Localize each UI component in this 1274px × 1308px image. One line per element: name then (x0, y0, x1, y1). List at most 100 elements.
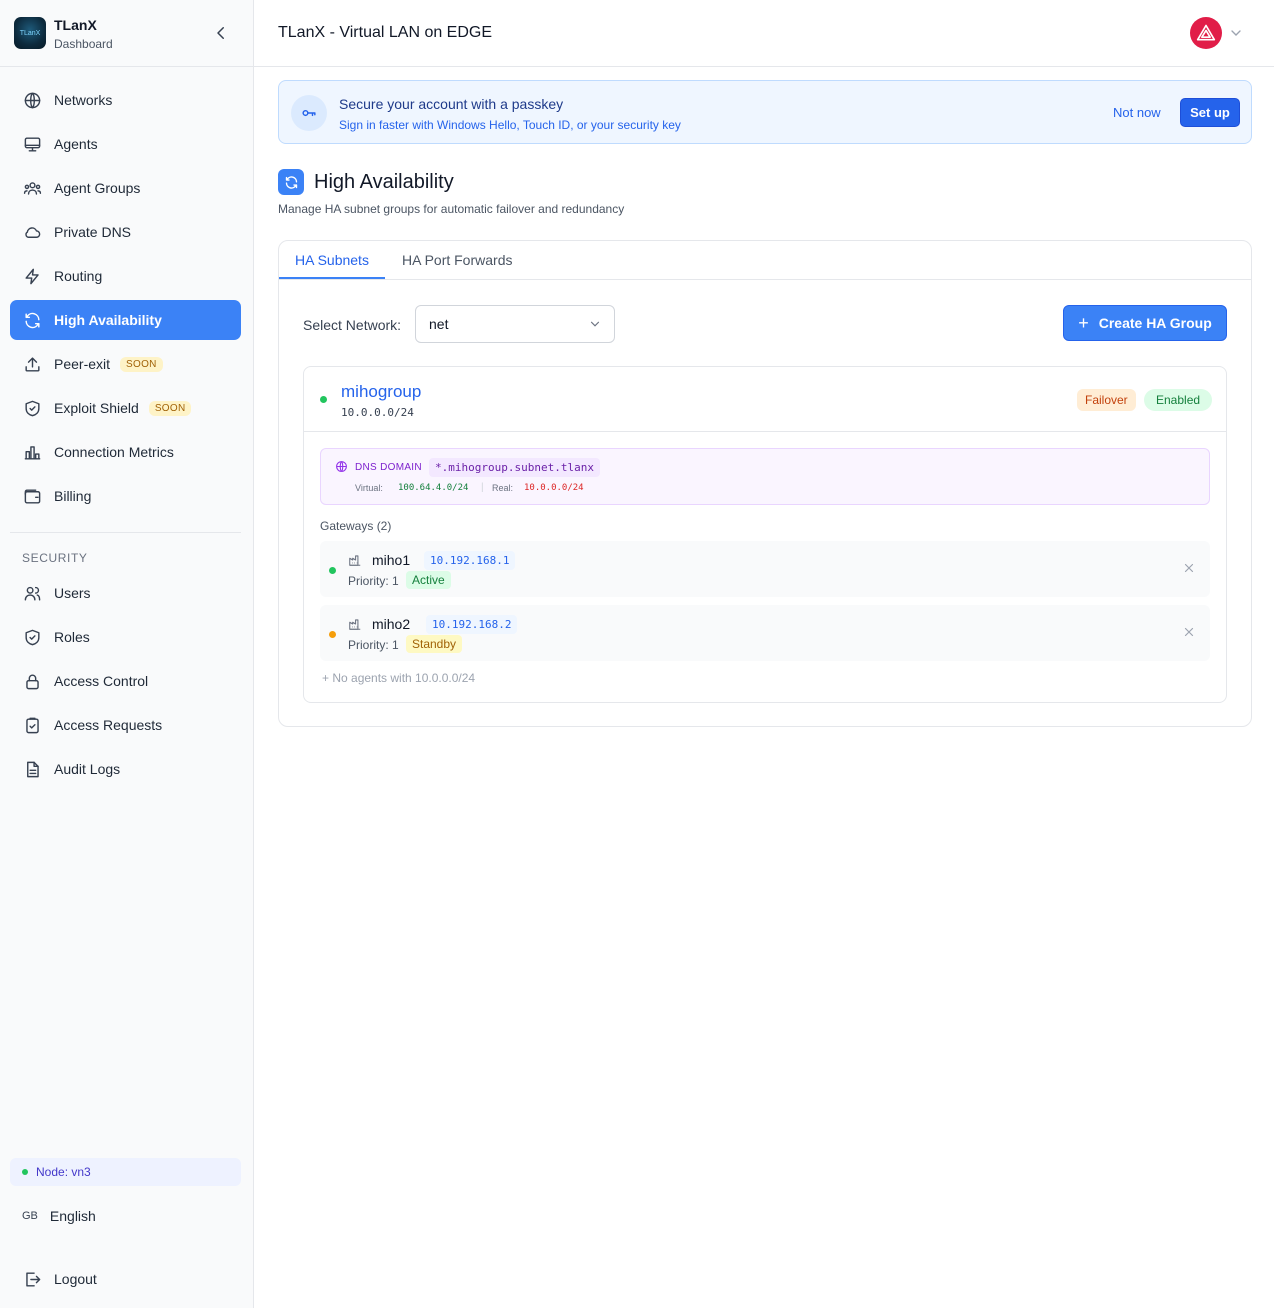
chevron-down-icon (590, 321, 600, 327)
plus-icon: + (1078, 312, 1089, 333)
wallet-icon (22, 486, 42, 506)
banner-subtitle: Sign in faster with Windows Hello, Touch… (339, 118, 681, 132)
sidebar-item-agent-groups[interactable]: Agent Groups (10, 168, 241, 208)
gateway-priority: Priority: 1 (348, 638, 399, 652)
sidebar-item-agents[interactable]: Agents (10, 124, 241, 164)
gateway-name: miho2 (372, 616, 411, 632)
tab-bar: HA Subnets HA Port Forwards (279, 241, 1251, 280)
brand-title: TLanX (54, 17, 97, 33)
app-logo[interactable]: TLanX (14, 17, 46, 49)
chevron-down-icon[interactable] (1228, 25, 1244, 41)
brand-header: TLanX TLanX Dashboard (0, 0, 253, 67)
gateway-ip: 10.192.168.2 (426, 615, 518, 634)
language-label: English (49, 1208, 96, 1224)
cloud-icon (22, 222, 42, 242)
sidebar-item-networks[interactable]: Networks (10, 80, 241, 120)
network-select[interactable]: net (415, 305, 615, 343)
set-up-button[interactable]: Set up (1180, 98, 1240, 127)
flag-gb-icon: GB (22, 1210, 38, 1222)
gateway-priority: Priority: 1 (348, 574, 399, 588)
logout-icon (22, 1269, 42, 1289)
virtual-cidr: 100.64.4.0/24 (398, 483, 469, 493)
sidebar-item-audit-logs[interactable]: Audit Logs (10, 749, 241, 789)
lock-icon (22, 671, 42, 691)
sidebar-item-billing[interactable]: Billing (10, 476, 241, 516)
not-now-button[interactable]: Not now (1113, 105, 1161, 120)
soon-badge: SOON (120, 356, 163, 372)
gateway-status-badge: Standby (406, 635, 463, 653)
file-text-icon (22, 759, 42, 779)
gateway-status-badge: Active (406, 571, 451, 589)
dns-domain-value: *.mihogroup.subnet.tlanx (429, 458, 600, 477)
sidebar-divider (10, 532, 241, 533)
brand-subtitle: Dashboard (54, 37, 113, 51)
sidebar-item-exploit-shield[interactable]: Exploit Shield SOON (10, 388, 241, 428)
sidebar-item-access-control[interactable]: Access Control (10, 661, 241, 701)
section-label-security: SECURITY (22, 551, 88, 565)
logout-button[interactable]: Logout (10, 1259, 241, 1299)
users-icon (22, 583, 42, 603)
sidebar-item-label: Exploit Shield (54, 400, 139, 416)
create-ha-group-button[interactable]: + Create HA Group (1063, 305, 1227, 341)
node-status-dot (22, 1169, 28, 1175)
shield-icon (22, 627, 42, 647)
node-label: Node: vn3 (36, 1165, 91, 1179)
network-select-value: net (429, 316, 449, 332)
sidebar-item-routing[interactable]: Routing (10, 256, 241, 296)
group-name[interactable]: mihogroup (341, 382, 421, 402)
sidebar-item-connection-metrics[interactable]: Connection Metrics (10, 432, 241, 472)
sidebar-item-label: Connection Metrics (54, 444, 174, 460)
sidebar-item-roles[interactable]: Roles (10, 617, 241, 657)
gateway-status-dot (329, 631, 336, 638)
sidebar-item-label: High Availability (54, 312, 162, 328)
active-tab-indicator (279, 277, 385, 279)
page-title: High Availability (314, 171, 454, 193)
tab-ha-subnets[interactable]: HA Subnets (295, 252, 369, 268)
sidebar-item-label: Agent Groups (54, 180, 141, 196)
shield-check-icon (22, 398, 42, 418)
globe-icon (336, 461, 347, 472)
sidebar-item-access-requests[interactable]: Access Requests (10, 705, 241, 745)
banner-title: Secure your account with a passkey (339, 96, 564, 112)
sidebar-item-label: Routing (54, 268, 103, 284)
factory-icon (349, 619, 361, 630)
sidebar-item-label: Peer-exit (54, 356, 111, 372)
factory-icon (349, 555, 361, 566)
close-icon[interactable] (1182, 561, 1196, 575)
logo-text: TLanX (19, 29, 41, 37)
language-selector[interactable]: GB English (22, 1208, 96, 1224)
refresh-icon (22, 310, 42, 330)
user-avatar-icon (1196, 24, 1216, 41)
bolt-icon (22, 266, 42, 286)
sidebar-item-label: Access Control (54, 673, 149, 689)
avatar[interactable] (1190, 17, 1222, 49)
passkey-icon (291, 95, 327, 131)
sidebar-item-private-dns[interactable]: Private DNS (10, 212, 241, 252)
close-icon[interactable] (1182, 625, 1196, 639)
page-subtitle: Manage HA subnet groups for automatic fa… (278, 202, 625, 216)
high-availability-icon (278, 169, 304, 195)
dns-domain-box: DNS DOMAIN *.mihogroup.subnet.tlanx Virt… (320, 448, 1210, 505)
enabled-badge: Enabled (1144, 389, 1213, 411)
sidebar-item-high-availability[interactable]: High Availability (10, 300, 241, 340)
globe-icon (22, 90, 42, 110)
gateways-title: Gateways (2) (320, 519, 392, 533)
bar-chart-icon (22, 442, 42, 462)
soon-badge: SOON (148, 400, 192, 416)
sidebar-item-label: Audit Logs (54, 761, 121, 777)
sidebar-item-peer-exit[interactable]: Peer-exit SOON (10, 344, 241, 384)
sidebar-item-label: Agents (54, 136, 98, 152)
virtual-label: Virtual: (355, 483, 383, 493)
tab-ha-port-forwards[interactable]: HA Port Forwards (402, 252, 512, 268)
gateway-name: miho1 (372, 552, 411, 568)
sidebar-item-users[interactable]: Users (10, 573, 241, 613)
chevron-left-icon[interactable] (212, 24, 230, 42)
real-cidr: 10.0.0.0/24 (524, 483, 584, 493)
upload-icon (22, 354, 42, 374)
sidebar-item-label: Networks (54, 92, 113, 108)
node-indicator: Node: vn3 (10, 1158, 241, 1186)
dns-separator: | (481, 482, 484, 493)
passkey-banner: Secure your account with a passkey Sign … (278, 80, 1252, 144)
topbar: TLanX - Virtual LAN on EDGE (254, 0, 1274, 67)
dns-domain-label: DNS DOMAIN (355, 462, 422, 473)
